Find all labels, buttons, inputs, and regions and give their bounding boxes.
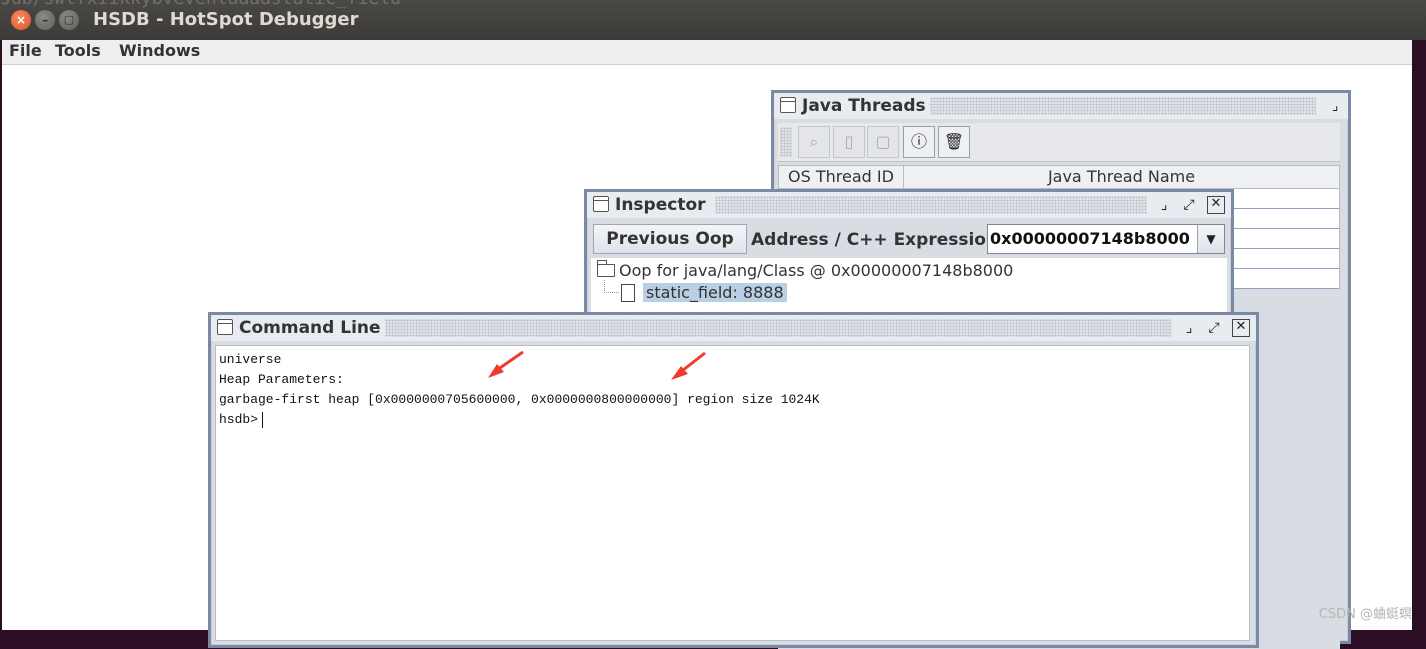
watermark: CSDN @蛐蜓螟	[1318, 607, 1412, 622]
inspector-frame[interactable]: Inspector ⌟ ⤢ ✕ Previous Oop Address / C…	[584, 189, 1234, 321]
maximize-icon[interactable]: ⤢	[1205, 319, 1223, 337]
titlebar-grip	[385, 319, 1172, 337]
iconify-icon[interactable]: ⌟	[1180, 319, 1198, 337]
text-caret	[262, 411, 264, 428]
command-line-frame[interactable]: Command Line ⌟ ⤢ ✕ universe Heap Paramet…	[208, 312, 1259, 648]
console-line: universe	[219, 352, 282, 367]
document-icon	[621, 284, 635, 302]
java-threads-title: Java Threads	[802, 96, 926, 116]
address-label: Address / C++ Expression:	[751, 230, 1005, 250]
maximize-icon[interactable]: ⤢	[1180, 196, 1198, 214]
window-minimize-button[interactable]: –	[35, 10, 55, 30]
menubar: File Tools Windows	[0, 40, 1426, 65]
magnifier-icon[interactable]: ⌕	[798, 126, 830, 158]
command-line-title: Command Line	[239, 318, 381, 338]
tree-root-node[interactable]: Oop for java/lang/Class @ 0x00000007148b…	[619, 261, 1013, 280]
inspector-title: Inspector	[615, 195, 706, 215]
java-threads-toolbar: ⌕ ▯ ▢ ⓘ 🗑	[778, 123, 1340, 162]
menu-file[interactable]: File	[9, 41, 42, 60]
previous-oop-button[interactable]: Previous Oop	[593, 224, 747, 254]
java-threads-titlebar[interactable]: Java Threads ⌟	[774, 93, 1348, 119]
window-close-button[interactable]: ×	[11, 10, 31, 30]
frame-icon	[780, 97, 796, 113]
oop-tree[interactable]: Oop for java/lang/Class @ 0x00000007148b…	[591, 258, 1227, 316]
console-line: garbage-first heap [0x0000000705600000, …	[219, 392, 820, 407]
app-title: HSDB - HotSpot Debugger	[93, 9, 359, 30]
address-combobox[interactable]: 0x00000007148b8000 ▼	[987, 224, 1225, 254]
info-icon[interactable]: ⓘ	[903, 126, 935, 158]
app-titlebar: sub/swtfxiikkybveventaaaastatic_field × …	[0, 0, 1426, 41]
frame-icon	[593, 196, 609, 212]
window-maximize-button[interactable]: ▢	[59, 10, 79, 30]
frame-icon	[217, 319, 233, 335]
menu-tools[interactable]: Tools	[55, 41, 101, 60]
chevron-down-icon[interactable]: ▼	[1197, 225, 1224, 253]
titlebar-grip	[715, 196, 1147, 214]
column-java-thread-name[interactable]: Java Thread Name	[904, 166, 1339, 188]
close-icon[interactable]: ✕	[1207, 196, 1225, 214]
stack-icon[interactable]: ▢	[867, 126, 899, 158]
toolbar-grip	[780, 127, 792, 157]
console-prompt-line[interactable]: hsdb>	[219, 410, 1246, 430]
tree-connector	[604, 280, 619, 293]
console-line: Heap Parameters:	[219, 372, 344, 387]
close-icon[interactable]: ✕	[1232, 319, 1250, 337]
threads-table-header: OS Thread ID Java Thread Name	[778, 165, 1340, 189]
command-console[interactable]: universe Heap Parameters: garbage-first …	[215, 345, 1250, 641]
command-line-titlebar[interactable]: Command Line ⌟ ⤢ ✕	[211, 315, 1256, 341]
inspector-titlebar[interactable]: Inspector ⌟ ⤢ ✕	[587, 192, 1231, 218]
tree-child-node[interactable]: static_field: 8888	[643, 283, 787, 302]
address-value[interactable]: 0x00000007148b8000	[990, 229, 1190, 248]
window-right-edge	[1412, 40, 1426, 630]
console-prompt: hsdb>	[219, 412, 259, 427]
menu-windows[interactable]: Windows	[119, 41, 200, 60]
column-os-thread-id[interactable]: OS Thread ID	[779, 166, 904, 188]
background-terminal-text: sub/swtfxiikkybveventaaaastatic_field	[0, 0, 401, 9]
trash-icon[interactable]: 🗑	[938, 126, 970, 158]
folder-icon	[597, 260, 615, 277]
stop-icon[interactable]: ▯	[833, 126, 865, 158]
iconify-icon[interactable]: ⌟	[1326, 97, 1344, 115]
iconify-icon[interactable]: ⌟	[1155, 196, 1173, 214]
titlebar-grip	[930, 97, 1316, 115]
